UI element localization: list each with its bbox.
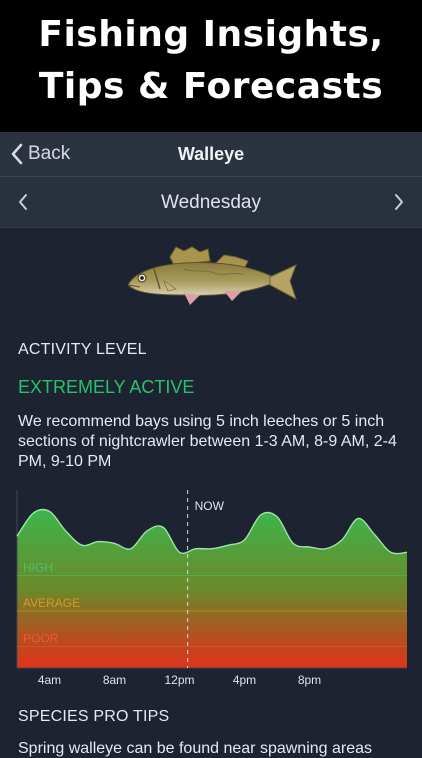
now-marker-label: NOW [195,499,225,513]
x-tick-label: 4pm [233,673,256,687]
x-tick-label: 4am [38,673,61,687]
banner-line-2: Tips & Forecasts [38,66,384,107]
x-tick-label: 8am [103,673,126,687]
walleye-fish-image [127,246,297,305]
activity-status: EXTREMELY ACTIVE [18,377,195,397]
next-day-button[interactable] [393,192,405,212]
day-label: Wednesday [161,192,261,213]
level-label-high: HIGH [23,560,53,574]
banner-line-1: Fishing Insights, [38,14,384,55]
promo-banner: Fishing Insights, Tips & Forecasts [0,0,422,132]
pro-tip-text: Spring walleye can be found near spawnin… [18,740,373,757]
activity-chart: HIGH AVERAGE POOR NOW 4am 8am 12pm 4pm 8pm [16,490,408,687]
nav-bar: Back Walleye [0,132,422,177]
species-pro-tips-heading: SPECIES PRO TIPS [18,708,170,725]
x-tick-label: 12pm [164,673,194,687]
level-label-average: AVERAGE [23,596,80,610]
level-label-poor: POOR [23,632,59,646]
x-tick-label: 8pm [298,673,321,687]
page-title: Walleye [177,144,245,164]
recommendation-text: We recommend bays using 5 inch leeches o… [18,413,397,470]
day-selector: Wednesday [0,177,422,228]
activity-level-heading: ACTIVITY LEVEL [18,341,147,358]
activity-area [17,509,407,668]
